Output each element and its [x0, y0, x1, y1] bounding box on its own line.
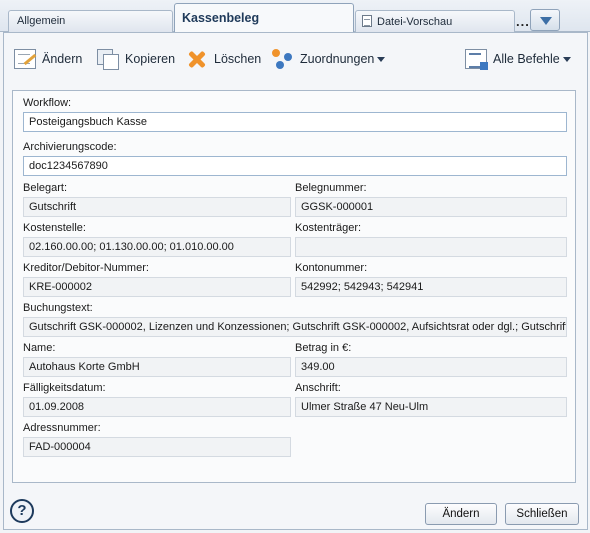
tab-datei-vorschau-label: Datei-Vorschau [377, 16, 453, 28]
edit-button[interactable]: Ändern [14, 48, 82, 70]
close-button[interactable]: Schließen [505, 503, 579, 525]
chevron-down-icon [377, 56, 386, 62]
all-commands-button-label: Alle Befehle [493, 52, 560, 66]
belegart-label: Belegart: [23, 182, 68, 194]
assignments-menu-button[interactable]: Zuordnungen [272, 48, 386, 70]
copy-button-label: Kopieren [125, 52, 176, 66]
tab-list-dropdown-button[interactable] [530, 9, 560, 31]
anschrift-value: Ulmer Straße 47 Neu-Ulm [295, 397, 567, 417]
document-icon [362, 15, 372, 27]
buchungstext-field: Buchungstext: Gutschrift GSK-000002, Liz… [23, 302, 567, 337]
copy-icon [97, 49, 119, 70]
edit-button-label: Ändern [42, 52, 83, 66]
all-commands-icon [465, 49, 488, 70]
delete-button[interactable]: Löschen [186, 48, 261, 70]
kontonummer-value: 542992; 542943; 542941 [295, 277, 567, 297]
archivierungscode-field: Archivierungscode: doc1234567890 [23, 141, 567, 176]
main-panel: Ändern Kopieren Löschen Zuordnungen Alle… [3, 32, 588, 530]
delete-button-label: Löschen [214, 52, 262, 66]
kostenstelle-value: 02.160.00.00; 01.130.00.00; 01.010.00.00 [23, 237, 291, 257]
kostentraeger-label: Kostenträger: [295, 222, 362, 234]
betrag-label: Betrag in €: [295, 342, 352, 354]
more-tabs-indicator[interactable]: ... [516, 14, 530, 29]
buchungstext-value: Gutschrift GSK-000002, Lizenzen und Konz… [23, 317, 567, 337]
faelligkeitsdatum-field: Fälligkeitsdatum: 01.09.2008 [23, 382, 291, 417]
adressnummer-field: Adressnummer: FAD-000004 [23, 422, 291, 457]
receipt-form: Workflow: Posteigangsbuch Kasse Archivie… [12, 90, 576, 483]
archivierungscode-input[interactable]: doc1234567890 [23, 156, 567, 176]
kreditor-debitor-field: Kreditor/Debitor-Nummer: KRE-000002 [23, 262, 291, 297]
assignments-button-label: Zuordnungen [300, 52, 375, 66]
assignments-icon [272, 49, 294, 69]
tab-strip: Allgemein Kassenbeleg Datei-Vorschau ... [0, 0, 590, 33]
betrag-value: 349.00 [295, 357, 567, 377]
adressnummer-value: FAD-000004 [23, 437, 291, 457]
delete-icon [186, 49, 208, 69]
buchungstext-label: Buchungstext: [23, 302, 93, 314]
tab-allgemein[interactable]: Allgemein [8, 10, 173, 32]
workflow-input[interactable]: Posteigangsbuch Kasse [23, 112, 567, 132]
edit-icon [14, 49, 36, 69]
workflow-field: Workflow: Posteigangsbuch Kasse [23, 97, 567, 132]
tab-datei-vorschau[interactable]: Datei-Vorschau [355, 10, 515, 32]
all-commands-menu-button[interactable]: Alle Befehle [465, 48, 571, 70]
anschrift-field: Anschrift: Ulmer Straße 47 Neu-Ulm [295, 382, 567, 417]
belegnummer-field: Belegnummer: GGSK-000001 [295, 182, 567, 217]
anschrift-label: Anschrift: [295, 382, 341, 394]
kontonummer-field: Kontonummer: 542992; 542943; 542941 [295, 262, 567, 297]
adressnummer-label: Adressnummer: [23, 422, 101, 434]
kostentraeger-value [295, 237, 567, 257]
kostenstelle-field: Kostenstelle: 02.160.00.00; 01.130.00.00… [23, 222, 291, 257]
name-label: Name: [23, 342, 56, 354]
belegart-value: Gutschrift [23, 197, 291, 217]
toolbar: Ändern Kopieren Löschen Zuordnungen Alle… [4, 33, 587, 85]
name-value: Autohaus Korte GmbH [23, 357, 291, 377]
kreditor-debitor-label: Kreditor/Debitor-Nummer: [23, 262, 149, 274]
copy-button[interactable]: Kopieren [97, 48, 175, 70]
chevron-down-icon [562, 56, 571, 62]
footer-edit-button[interactable]: Ändern [425, 503, 497, 525]
name-field: Name: Autohaus Korte GmbH [23, 342, 291, 377]
kostenstelle-label: Kostenstelle: [23, 222, 86, 234]
belegnummer-value: GGSK-000001 [295, 197, 567, 217]
belegnummer-label: Belegnummer: [295, 182, 367, 194]
archivierungscode-label: Archivierungscode: [23, 141, 117, 153]
kontonummer-label: Kontonummer: [295, 262, 368, 274]
workflow-label: Workflow: [23, 97, 72, 109]
kreditor-debitor-value: KRE-000002 [23, 277, 291, 297]
kostentraeger-field: Kostenträger: [295, 222, 567, 257]
belegart-field: Belegart: Gutschrift [23, 182, 291, 217]
faelligkeitsdatum-label: Fälligkeitsdatum: [23, 382, 106, 394]
faelligkeitsdatum-value: 01.09.2008 [23, 397, 291, 417]
tab-kassenbeleg[interactable]: Kassenbeleg [174, 3, 354, 33]
help-icon[interactable]: ? [10, 499, 34, 523]
betrag-field: Betrag in €: 349.00 [295, 342, 567, 377]
